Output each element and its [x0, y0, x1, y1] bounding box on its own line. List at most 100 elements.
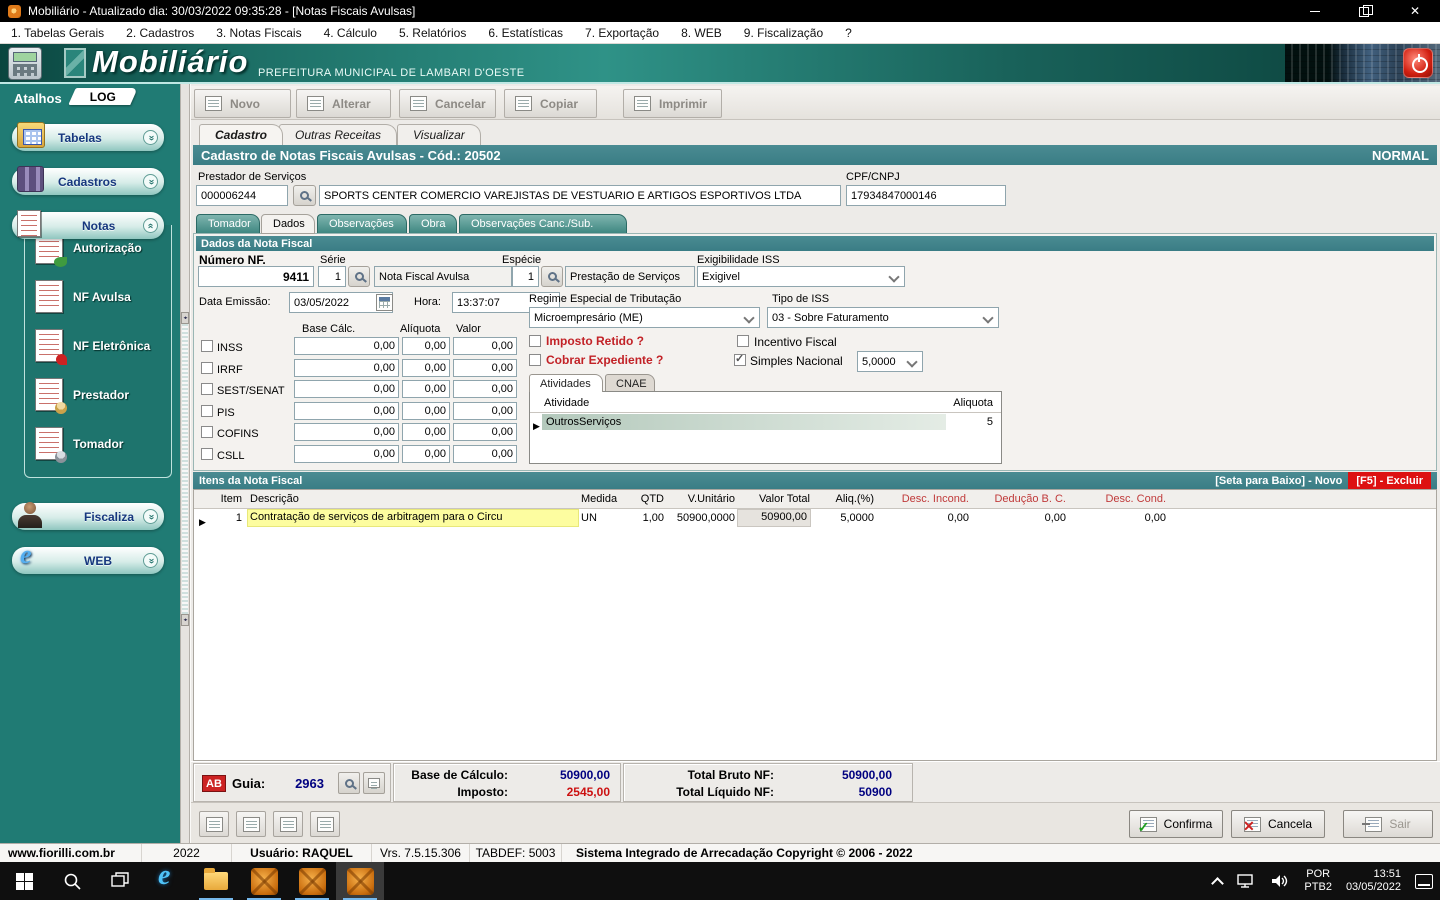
sidebar-group-tabelas[interactable]: Tabelas	[12, 122, 164, 151]
nav-next-button[interactable]	[273, 811, 303, 837]
taskbar-fiorilli-app-active[interactable]	[336, 862, 384, 900]
tray-network[interactable]	[1229, 862, 1263, 900]
menu-web[interactable]: 8. WEB	[670, 22, 733, 44]
inss-valor-field[interactable]: 0,00	[453, 337, 517, 355]
sest-valor-field[interactable]: 0,00	[453, 380, 517, 398]
incentivo-fiscal-checkbox[interactable]	[737, 335, 749, 347]
pis-checkbox[interactable]	[201, 405, 213, 417]
menu-fiscalizacao[interactable]: 9. Fiscalização	[733, 22, 834, 44]
task-view-button[interactable]	[96, 862, 144, 900]
start-button[interactable]	[0, 862, 48, 900]
cnpj-field[interactable]: 17934847000146	[846, 185, 1006, 206]
menu-cadastros[interactable]: 2. Cadastros	[115, 22, 205, 44]
guia-print-icon[interactable]	[363, 772, 385, 794]
prestador-name-field[interactable]: SPORTS CENTER COMERCIO VAREJISTAS DE VES…	[319, 185, 841, 206]
confirma-button[interactable]: Confirma	[1129, 810, 1223, 838]
novo-button[interactable]: Novo	[194, 89, 291, 118]
tab-obra[interactable]: Obra	[409, 214, 457, 234]
menu-relatorios[interactable]: 5. Relatórios	[388, 22, 477, 44]
nav-prev-button[interactable]	[236, 811, 266, 837]
tab-visualizar[interactable]: Visualizar	[397, 124, 481, 145]
inss-base-field[interactable]: 0,00	[294, 337, 399, 355]
cancelar-button[interactable]: Cancelar	[399, 89, 496, 118]
expand-tabelas-icon[interactable]	[143, 130, 158, 145]
tab-dados[interactable]: Dados	[261, 214, 315, 234]
sidebar-item-nf-eletronica[interactable]: NF Eletrônica	[35, 329, 150, 365]
tab-obs-canc-sub[interactable]: Observações Canc./Sub.	[459, 214, 627, 234]
tab-atividades[interactable]: Atividades	[529, 374, 603, 392]
simples-aliquota-select[interactable]: 5,0000	[857, 351, 923, 372]
especie-field[interactable]: 1	[512, 266, 539, 287]
close-button[interactable]	[1390, 0, 1440, 22]
taskbar-file-explorer[interactable]	[192, 862, 240, 900]
imprimir-button[interactable]: Imprimir	[623, 89, 722, 118]
splitter-track[interactable]	[182, 324, 188, 614]
tray-volume[interactable]	[1263, 862, 1297, 900]
item-row[interactable]: 1 Contratação de serviços de arbitragem …	[194, 509, 1436, 527]
minimize-button[interactable]	[1290, 0, 1340, 22]
prestador-search-icon[interactable]	[293, 185, 316, 206]
splitter-collapse-bottom-icon[interactable]	[181, 614, 189, 626]
sidebar-splitter[interactable]	[180, 84, 190, 843]
nav-last-button[interactable]	[310, 811, 340, 837]
tab-observacoes[interactable]: Observações	[317, 214, 407, 234]
sidebar-item-nf-avulsa[interactable]: NF Avulsa	[35, 280, 131, 313]
irrf-aliq-field[interactable]: 0,00	[402, 359, 450, 377]
csll-checkbox[interactable]	[201, 448, 213, 460]
csll-aliq-field[interactable]: 0,00	[402, 445, 450, 463]
splitter-collapse-top-icon[interactable]	[181, 312, 189, 324]
taskbar-internet-explorer[interactable]	[144, 860, 192, 900]
expand-fiscaliza-icon[interactable]	[143, 509, 158, 524]
menu-tabelas-gerais[interactable]: 1. Tabelas Gerais	[0, 22, 115, 44]
cofins-checkbox[interactable]	[201, 426, 213, 438]
alterar-button[interactable]: Alterar	[296, 89, 391, 118]
copiar-button[interactable]: Copiar	[504, 89, 597, 118]
sidebar-group-fiscaliza[interactable]: Fiscaliza	[12, 501, 164, 530]
csll-valor-field[interactable]: 0,00	[453, 445, 517, 463]
irrf-base-field[interactable]: 0,00	[294, 359, 399, 377]
expand-web-icon[interactable]	[143, 553, 158, 568]
regime-select[interactable]: Microempresário (ME)	[529, 307, 760, 328]
inss-checkbox[interactable]	[201, 340, 213, 352]
menu-exportacao[interactable]: 7. Exportação	[574, 22, 670, 44]
pis-valor-field[interactable]: 0,00	[453, 402, 517, 420]
tray-language[interactable]: POR PTB2	[1297, 862, 1339, 900]
exigibilidade-select[interactable]: Exigivel	[697, 266, 905, 287]
guia-search-icon[interactable]	[338, 772, 360, 794]
cancela-button[interactable]: Cancela	[1231, 810, 1325, 838]
pis-base-field[interactable]: 0,00	[294, 402, 399, 420]
irrf-valor-field[interactable]: 0,00	[453, 359, 517, 377]
taskbar-fiorilli-app-2[interactable]	[288, 862, 336, 900]
inss-aliq-field[interactable]: 0,00	[402, 337, 450, 355]
expand-cadastros-icon[interactable]	[143, 174, 158, 189]
collapse-notas-icon[interactable]	[143, 218, 158, 233]
serie-search-icon[interactable]	[348, 266, 370, 287]
pis-aliq-field[interactable]: 0,00	[402, 402, 450, 420]
menu-notas-fiscais[interactable]: 3. Notas Fiscais	[205, 22, 312, 44]
calendar-icon[interactable]	[376, 294, 393, 311]
sidebar-group-cadastros[interactable]: Cadastros	[12, 166, 164, 195]
tab-cadastro[interactable]: Cadastro	[199, 124, 284, 145]
tray-show-hidden-icons[interactable]	[1206, 862, 1229, 900]
power-exit-button[interactable]	[1403, 48, 1433, 78]
sidebar-item-tomador[interactable]: Tomador	[35, 427, 123, 463]
sidebar-tab-log[interactable]: LOG	[68, 88, 138, 105]
restore-button[interactable]	[1340, 0, 1390, 22]
cofins-base-field[interactable]: 0,00	[294, 423, 399, 441]
prestador-code-field[interactable]: 000006244	[196, 185, 288, 206]
serie-field[interactable]: 1	[318, 266, 346, 287]
menu-calculo[interactable]: 4. Cálculo	[313, 22, 388, 44]
taskbar-fiorilli-app-1[interactable]	[240, 862, 288, 900]
sidebar-item-prestador[interactable]: Prestador	[35, 378, 129, 414]
sidebar-tab-atalhos[interactable]: Atalhos	[14, 91, 62, 106]
sidebar-group-notas[interactable]: Notas	[12, 210, 164, 239]
sidebar-group-web[interactable]: WEB	[12, 540, 164, 574]
numero-nf-field[interactable]: 9411	[198, 266, 314, 287]
imposto-retido-checkbox[interactable]	[529, 335, 541, 347]
sest-senat-checkbox[interactable]	[201, 383, 213, 395]
sair-button[interactable]: Sair	[1343, 810, 1433, 838]
tipo-iss-select[interactable]: 03 - Sobre Faturamento	[767, 307, 999, 328]
cofins-valor-field[interactable]: 0,00	[453, 423, 517, 441]
sest-base-field[interactable]: 0,00	[294, 380, 399, 398]
tab-outras-receitas[interactable]: Outras Receitas	[279, 124, 398, 145]
